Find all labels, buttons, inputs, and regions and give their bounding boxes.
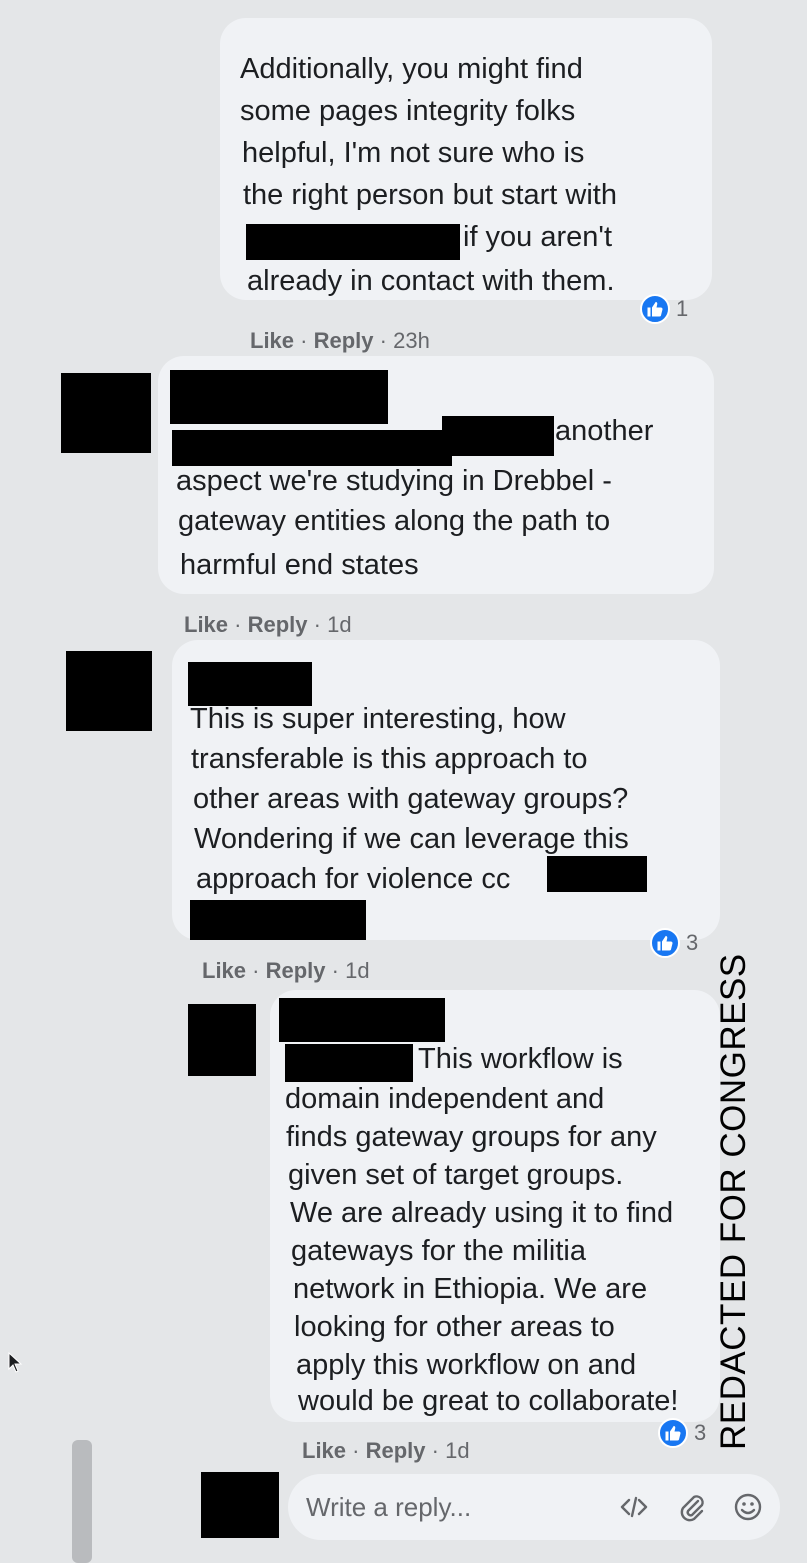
reaction-number: 3 [686,930,699,955]
comment-actions: Like · Reply · 23h [250,328,430,354]
comment-text-line: would be great to collaborate! [298,1385,679,1417]
reply-link[interactable]: Reply [366,1438,426,1463]
redacted-author-name[interactable] [279,998,445,1042]
thumbs-up-icon [658,1418,688,1448]
scrollbar[interactable] [72,1440,92,1563]
comment-text-line: given set of target groups. [288,1159,624,1191]
comment-text-line: Additionally, you might find [240,53,583,85]
separator: · [234,612,242,637]
comment-actions: Like · Reply · 1d [302,1438,470,1464]
comment-actions: Like · Reply · 1d [202,958,370,984]
mouse-cursor-icon [8,1351,24,1379]
redacted-mention [285,1044,413,1082]
redacted-mention [172,430,452,466]
like-link[interactable]: Like [184,612,228,637]
reply-link[interactable]: Reply [266,958,326,983]
comment-text-line: domain independent and [285,1083,605,1115]
timestamp-link[interactable]: 1d [327,612,351,637]
comment-text-line: already in contact with them. [247,265,615,297]
comment-text-line: looking for other areas to [294,1311,615,1343]
redacted-mention [442,416,554,456]
comment-text-line: if you aren't [463,221,613,253]
comment-text-line: gateways for the militia [291,1235,586,1267]
like-link[interactable]: Like [250,328,294,353]
redacted-author-name[interactable] [170,370,388,424]
timestamp-link[interactable]: 23h [393,328,430,353]
comment-text-line: aspect we're studying in Drebbel - [176,465,612,497]
reaction-count[interactable]: 1 [640,292,688,326]
comment-text-line: other areas with gateway groups? [193,783,629,815]
reaction-number: 3 [694,1420,707,1445]
comment-text-line: gateway entities along the path to [178,505,611,537]
comment-text-line: harmful end states [180,549,419,581]
reply-link[interactable]: Reply [248,612,308,637]
separator: · [313,612,321,637]
reaction-number: 1 [676,296,689,321]
comment-text-line: apply this workflow on and [296,1349,637,1381]
separator: · [352,1438,360,1463]
comment-text-line: transferable is this approach to [191,743,588,775]
redacted-mention [246,224,460,260]
thumbs-up-icon [640,294,670,324]
reply-link[interactable]: Reply [314,328,374,353]
comment-text-line: Wondering if we can leverage this [194,823,629,855]
comment-text-line: This workflow is [418,1043,623,1075]
write-reply-input[interactable]: Write a reply... [288,1474,780,1540]
timestamp-link[interactable]: 1d [345,958,369,983]
code-icon[interactable] [618,1491,650,1523]
comment-text-line: the right person but start with [243,179,617,211]
emoji-icon[interactable] [732,1491,764,1523]
comment-actions: Like · Reply · 1d [184,612,352,638]
separator: · [431,1438,439,1463]
attachment-icon[interactable] [676,1491,708,1523]
reaction-count[interactable]: 3 [658,1416,706,1450]
comment-text-line: This is super interesting, how [190,703,566,735]
avatar[interactable] [66,651,152,731]
like-link[interactable]: Like [202,958,246,983]
comment-text-line: We are already using it to find [290,1197,674,1229]
thumbs-up-icon [650,928,680,958]
avatar[interactable] [61,373,151,453]
comment-text-line: approach for violence cc [196,863,511,895]
comment-text-line: network in Ethiopia. We are [293,1273,648,1305]
separator: · [331,958,339,983]
redacted-mention [547,856,647,892]
redacted-mention [190,900,366,940]
comment-text-line: some pages integrity folks [240,95,576,127]
reaction-count[interactable]: 3 [650,926,698,960]
reply-placeholder: Write a reply... [306,1492,472,1522]
avatar[interactable] [188,1004,256,1076]
comment-text-line: another [555,415,654,447]
avatar [201,1472,279,1538]
separator: · [252,958,260,983]
comment-text-line: helpful, I'm not sure who is [242,137,585,169]
separator: · [379,328,387,353]
timestamp-link[interactable]: 1d [445,1438,469,1463]
redaction-watermark: REDACTED FOR CONGRESS [714,953,753,1450]
separator: · [300,328,308,353]
comment-text-line: finds gateway groups for any [286,1121,657,1153]
like-link[interactable]: Like [302,1438,346,1463]
